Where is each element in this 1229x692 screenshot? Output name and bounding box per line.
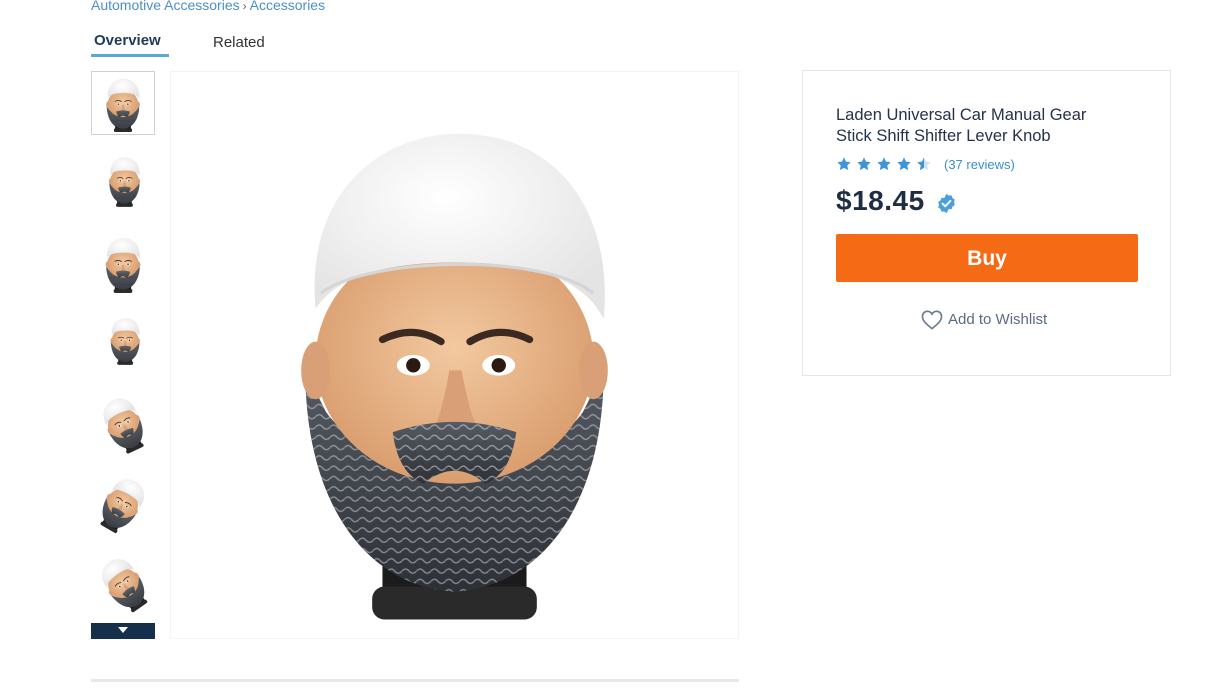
breadcrumb: Automotive Accessories › Accessories [91,0,325,13]
thumbnails-more-button[interactable] [91,623,155,639]
main-product-image[interactable] [170,71,739,639]
product-title: Laden Universal Car Manual Gear Stick Sh… [836,106,1087,145]
thumbnail-3[interactable] [91,231,155,295]
tab-related[interactable]: Related [213,34,265,51]
thumbnail-1[interactable] [91,71,155,135]
section-divider [91,679,739,682]
thumbnail-4[interactable] [91,311,155,375]
breadcrumb-link-accessories[interactable]: Accessories [250,0,325,13]
thumbnail-2[interactable] [91,151,155,215]
half-star-icon [917,157,931,171]
buy-button[interactable]: Buy [836,234,1138,282]
chevron-down-icon [118,627,128,633]
star-icon [857,157,871,171]
tab-active-indicator [91,54,169,57]
buy-box: Laden Universal Car Manual Gear Stick Sh… [802,70,1171,376]
verified-check-icon [938,193,955,214]
tab-overview[interactable]: Overview [94,32,161,49]
breadcrumb-separator: › [242,0,247,13]
product-photo [171,72,738,638]
thumbnail-5[interactable] [91,391,155,455]
thumbnail-7[interactable] [91,551,155,615]
breadcrumb-link-automotive-accessories[interactable]: Automotive Accessories [91,0,240,13]
wishlist-label: Add to Wishlist [948,311,1048,328]
price: $18.45 [836,185,925,216]
star-icon [897,157,911,171]
reviews-link[interactable]: (37 reviews) [944,157,1015,172]
thumbnail-6[interactable] [91,471,155,535]
star-icon [837,157,851,171]
heart-icon [921,310,943,330]
star-icon [877,157,891,171]
